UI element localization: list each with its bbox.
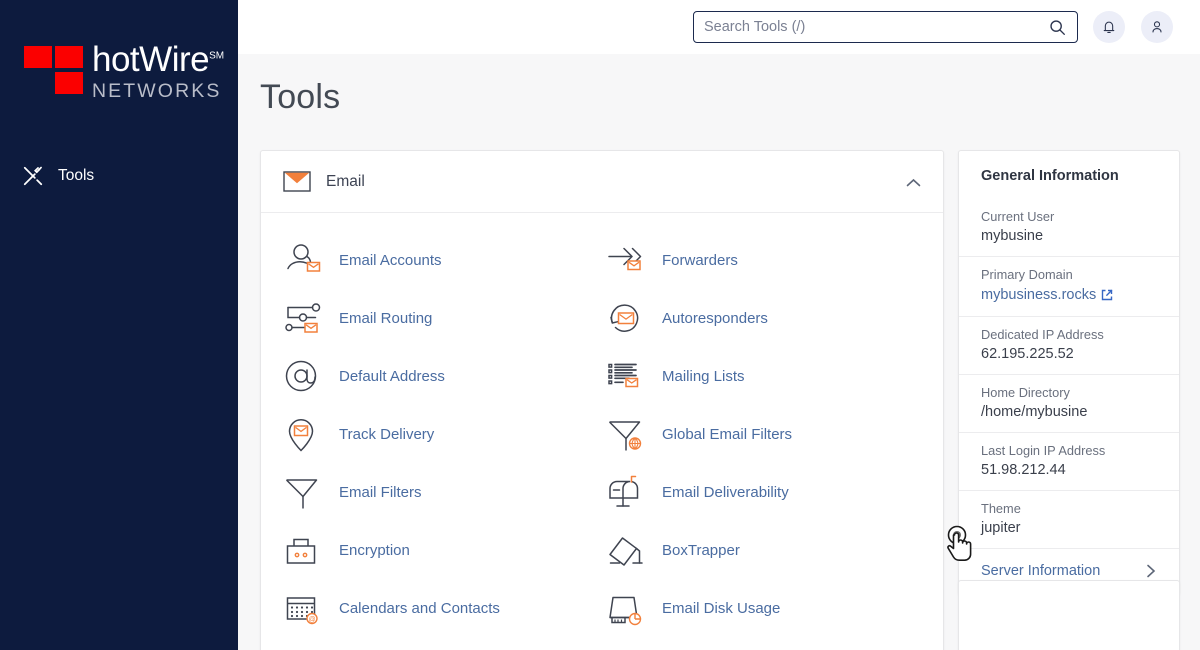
- tool-label: Default Address: [339, 367, 445, 385]
- info-value: mybusine: [981, 228, 1044, 244]
- tool-label: Calendars and Contacts: [339, 599, 500, 617]
- tool-email-filters[interactable]: Email Filters: [283, 463, 598, 521]
- search-icon[interactable]: [1049, 19, 1066, 36]
- mailbox-icon: [606, 472, 648, 512]
- envelope-icon: [283, 171, 311, 192]
- tools-panel-email: Email Email Accounts Email Routing Defau…: [260, 150, 944, 650]
- info-key: Home Directory: [981, 385, 1070, 400]
- info-key: Last Login IP Address: [981, 443, 1106, 458]
- info-row-last-login-ip-address: Last Login IP Address 51.98.212.44: [959, 432, 1179, 490]
- info-value: 51.98.212.44: [981, 462, 1066, 478]
- info-value: 62.195.225.52: [981, 346, 1074, 362]
- tool-label: BoxTrapper: [662, 541, 740, 559]
- server-information-label: Server Information: [981, 563, 1101, 579]
- secondary-card: [958, 580, 1180, 650]
- panel-title: Email: [326, 172, 365, 190]
- brand-logo[interactable]: hotWireSM NETWORKS: [24, 42, 224, 103]
- at-sign-icon: [283, 356, 325, 396]
- tool-autoresponders[interactable]: Autoresponders: [606, 289, 921, 347]
- tool-label: Email Disk Usage: [662, 599, 781, 617]
- tool-boxtrapper[interactable]: BoxTrapper: [606, 521, 921, 579]
- tools-icon: [22, 165, 44, 187]
- tool-calendars-and-contacts[interactable]: @ Calendars and Contacts: [283, 579, 598, 637]
- info-key: Current User: [981, 209, 1055, 224]
- tools-column-2: Forwarders Autoresponders Mailing Lists …: [606, 231, 921, 637]
- tool-email-accounts[interactable]: Email Accounts: [283, 231, 598, 289]
- tool-default-address[interactable]: Default Address: [283, 347, 598, 405]
- info-row-current-user: Current User mybusine: [959, 199, 1179, 256]
- tool-label: Email Filters: [339, 483, 422, 501]
- info-key: Primary Domain: [981, 267, 1073, 282]
- general-information-card: General Information Current User mybusin…: [958, 150, 1180, 595]
- logo-sm-mark: SM: [209, 50, 225, 62]
- info-key: Dedicated IP Address: [981, 327, 1104, 342]
- email-accounts-icon: [283, 240, 325, 280]
- info-row-primary-domain: Primary Domain mybusiness.rocks: [959, 256, 1179, 316]
- calendar-icon: @: [283, 588, 325, 628]
- search-box[interactable]: [693, 11, 1078, 43]
- sidebar-item-label: Tools: [58, 167, 95, 184]
- account-button[interactable]: [1141, 11, 1173, 43]
- tool-label: Email Routing: [339, 309, 433, 327]
- tool-label: Email Accounts: [339, 251, 442, 269]
- info-key: Theme: [981, 501, 1021, 516]
- tool-label: Mailing Lists: [662, 367, 745, 385]
- notifications-button[interactable]: [1093, 11, 1125, 43]
- tool-mailing-lists[interactable]: Mailing Lists: [606, 347, 921, 405]
- tool-encryption[interactable]: Encryption: [283, 521, 598, 579]
- forwarders-icon: [606, 240, 648, 280]
- primary-domain-link[interactable]: mybusiness.rocks: [981, 287, 1113, 303]
- tools-grid: Email Accounts Email Routing Default Add…: [261, 213, 943, 650]
- tool-global-email-filters[interactable]: Global Email Filters: [606, 405, 921, 463]
- external-link-icon: [1102, 289, 1113, 301]
- sidebar-item-tools[interactable]: Tools: [0, 160, 238, 192]
- funnel-icon: [283, 472, 325, 512]
- email-routing-icon: [283, 298, 325, 338]
- info-row-dedicated-ip-address: Dedicated IP Address 62.195.225.52: [959, 316, 1179, 374]
- user-icon: [1152, 21, 1162, 33]
- tool-track-delivery[interactable]: Track Delivery: [283, 405, 598, 463]
- main-content: Tools Email Email Accounts Email Routing…: [238, 54, 1200, 650]
- tool-email-routing[interactable]: Email Routing: [283, 289, 598, 347]
- info-row-home-directory: Home Directory /home/mybusine: [959, 374, 1179, 432]
- info-value: jupiter: [981, 520, 1021, 536]
- tool-label: Encryption: [339, 541, 410, 559]
- tool-label: Autoresponders: [662, 309, 768, 327]
- mailing-lists-icon: [606, 356, 648, 396]
- track-delivery-icon: [283, 414, 325, 454]
- lock-icon: [283, 530, 325, 570]
- logo-wordmark: hotWireSM: [92, 42, 224, 77]
- chevron-right-icon: [1147, 564, 1156, 578]
- tool-forwarders[interactable]: Forwarders: [606, 231, 921, 289]
- chevron-up-icon[interactable]: [906, 175, 921, 187]
- panel-header-email[interactable]: Email: [261, 151, 943, 213]
- autoresponder-icon: [606, 298, 648, 338]
- tool-email-deliverability[interactable]: Email Deliverability: [606, 463, 921, 521]
- tool-label: Global Email Filters: [662, 425, 793, 443]
- logo-squares-icon: [24, 46, 86, 100]
- global-funnel-icon: [606, 414, 648, 454]
- tool-email-disk-usage[interactable]: Email Disk Usage: [606, 579, 921, 637]
- tool-label: Email Deliverability: [662, 483, 789, 501]
- general-information-title: General Information: [981, 168, 1119, 184]
- disk-usage-icon: [606, 588, 648, 628]
- svg-text:@: @: [308, 617, 315, 624]
- tools-column-1: Email Accounts Email Routing Default Add…: [283, 231, 598, 637]
- logo-wordmark-text: hotWire: [92, 40, 210, 79]
- info-row-theme: Theme jupiter: [959, 490, 1179, 548]
- info-value: /home/mybusine: [981, 404, 1088, 420]
- top-header: [238, 0, 1200, 54]
- bell-icon: [1103, 21, 1115, 33]
- logo-subtitle: NETWORKS: [92, 80, 222, 102]
- tool-label: Forwarders: [662, 251, 738, 269]
- page-title: Tools: [260, 78, 341, 116]
- info-value: mybusiness.rocks: [981, 287, 1097, 303]
- sidebar: hotWireSM NETWORKS Tools: [0, 0, 238, 650]
- search-input[interactable]: [694, 12, 1049, 42]
- tool-label: Track Delivery: [339, 425, 435, 443]
- boxtrapper-icon: [606, 530, 648, 570]
